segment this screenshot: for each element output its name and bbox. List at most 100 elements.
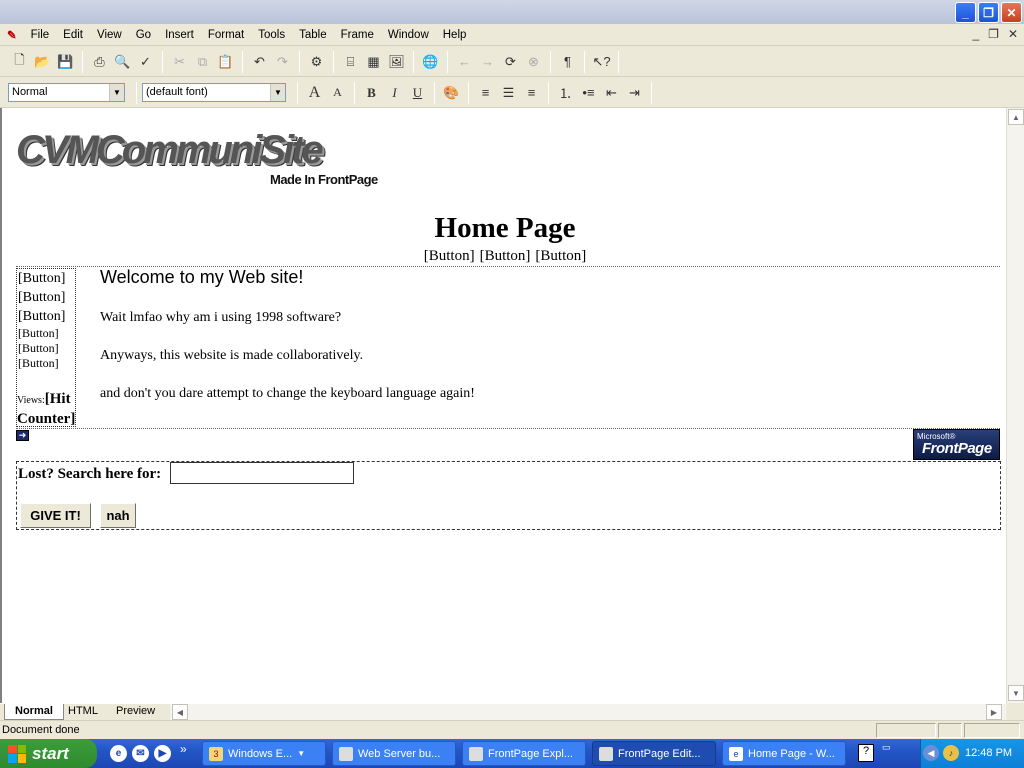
italic-icon[interactable]: I	[385, 83, 405, 103]
insert-table-icon[interactable]: ▦	[364, 52, 384, 72]
show-all-icon[interactable]: ¶	[558, 52, 578, 72]
doc-minimize-icon[interactable]: _	[972, 27, 979, 41]
menu-format[interactable]: Format	[201, 29, 251, 41]
menu-file[interactable]: File	[24, 29, 57, 41]
internet-explorer-icon[interactable]: e	[110, 745, 127, 762]
save-icon[interactable]: 💾	[56, 52, 76, 72]
taskbar-item-web-server[interactable]: Web Server bu...	[332, 741, 456, 766]
menu-frame[interactable]: Frame	[334, 29, 381, 41]
arrow-right-icon[interactable]: ➜	[16, 430, 29, 441]
font-select[interactable]: (default font) ▼	[142, 83, 286, 102]
cut-icon[interactable]: ✂	[170, 52, 190, 72]
tab-html[interactable]: HTML	[58, 704, 108, 720]
close-button[interactable]: ✕	[1001, 2, 1022, 23]
scroll-right-icon[interactable]: ▶	[986, 704, 1002, 720]
print-preview-icon[interactable]: 🔍	[113, 52, 133, 72]
paste-icon[interactable]: 📋	[216, 52, 236, 72]
spelling-icon[interactable]: ✓	[136, 52, 156, 72]
taskbar-item-frontpage-explorer[interactable]: FrontPage Expl...	[462, 741, 586, 766]
scroll-left-icon[interactable]: ◀	[172, 704, 188, 720]
views-label: Views:	[17, 395, 45, 406]
bold-icon[interactable]: B	[362, 83, 382, 103]
align-left-icon[interactable]: ≡	[476, 83, 496, 103]
increase-font-icon[interactable]: A	[305, 83, 325, 103]
vertical-scrollbar[interactable]: ▲ ▼	[1006, 108, 1024, 703]
help-pointer-icon[interactable]: ↖?	[592, 52, 612, 72]
chevron-left-icon[interactable]: ◀	[923, 745, 939, 761]
sidebar-button[interactable]: [Button]	[18, 269, 75, 288]
start-button[interactable]: start	[0, 739, 97, 768]
copy-icon[interactable]: ⧉	[193, 52, 213, 72]
numbered-list-icon[interactable]: ⒈	[556, 83, 576, 103]
align-center-icon[interactable]: ☰	[499, 83, 519, 103]
menu-help[interactable]: Help	[436, 29, 474, 41]
frontpage-editor-icon	[599, 746, 613, 761]
menu-window[interactable]: Window	[381, 29, 436, 41]
search-input[interactable]	[170, 462, 354, 484]
scroll-up-icon[interactable]: ▲	[1008, 109, 1024, 125]
menu-edit[interactable]: Edit	[56, 29, 90, 41]
forward-arrow-icon[interactable]: →	[478, 52, 498, 72]
back-arrow-icon[interactable]: ←	[455, 52, 475, 72]
menu-insert[interactable]: Insert	[158, 29, 201, 41]
sidebar-button[interactable]: [Button]	[18, 307, 75, 326]
minimize-button[interactable]: _	[955, 2, 976, 23]
align-right-icon[interactable]: ≡	[522, 83, 542, 103]
menu-view[interactable]: View	[90, 29, 129, 41]
bulleted-list-icon[interactable]: •≡	[579, 83, 599, 103]
increase-indent-icon[interactable]: ⇥	[625, 83, 645, 103]
tab-preview[interactable]: Preview	[106, 704, 165, 720]
redo-icon[interactable]: ↷	[273, 52, 293, 72]
doc-restore-icon[interactable]: ❐	[988, 27, 999, 41]
sidebar-button[interactable]: [Button]	[18, 356, 75, 371]
sidebar-button[interactable]: [Button]	[18, 341, 75, 356]
editor-canvas[interactable]: CVMCommuniSite Made In FrontPage Home Pa…	[0, 108, 1006, 703]
menu-go[interactable]: Go	[129, 29, 158, 41]
scroll-down-icon[interactable]: ▼	[1008, 685, 1024, 701]
style-select[interactable]: Normal ▼	[8, 83, 125, 102]
undo-icon[interactable]: ↶	[250, 52, 270, 72]
tab-normal[interactable]: Normal	[4, 704, 64, 720]
menu-table[interactable]: Table	[292, 29, 334, 41]
menu-tools[interactable]: Tools	[251, 29, 292, 41]
window-stack-icon[interactable]: ▭	[882, 742, 891, 753]
app-icon[interactable]: ✎	[0, 28, 24, 42]
insert-frame-icon[interactable]: ⌸	[341, 52, 361, 72]
frontpage-icon	[469, 746, 483, 761]
sidebar-button[interactable]: [Button]	[18, 288, 75, 307]
sidebar-button[interactable]: [Button]	[18, 326, 75, 341]
system-tray: ◀ ♪ 12:48 PM	[920, 739, 1024, 768]
horizontal-scrollbar[interactable]: ◀ ▶	[170, 704, 1006, 721]
underline-icon[interactable]: U	[408, 83, 428, 103]
text-color-icon[interactable]: 🎨	[442, 83, 462, 103]
refresh-icon[interactable]: ⟳	[501, 52, 521, 72]
email-icon[interactable]: ✉	[132, 745, 149, 762]
print-icon[interactable]: ⎙	[90, 52, 110, 72]
decrease-font-icon[interactable]: A	[328, 83, 348, 103]
standard-toolbar: 🗋 📂 💾 ⎙ 🔍 ✓ ✂ ⧉ 📋 ↶ ↷ ⚙ ⌸ ▦ 🖼 🌐 ← → ⟳ ⊗ …	[0, 47, 1024, 77]
media-player-icon[interactable]: ▶	[154, 745, 171, 762]
chevron-right-icon[interactable]: »	[180, 742, 187, 756]
taskbar-item-frontpage-editor[interactable]: FrontPage Edit...	[592, 741, 716, 766]
taskbar-item-home-page[interactable]: e Home Page - W...	[722, 741, 846, 766]
new-page-icon[interactable]: 🗋	[10, 52, 30, 72]
stop-icon[interactable]: ⊗	[524, 52, 544, 72]
chevron-down-icon[interactable]: ▼	[109, 84, 124, 101]
reset-button[interactable]: nah	[100, 503, 136, 528]
submit-button[interactable]: GIVE IT!	[20, 503, 91, 528]
help-icon[interactable]: ?	[858, 744, 874, 762]
decrease-indent-icon[interactable]: ⇤	[602, 83, 622, 103]
chevron-down-icon[interactable]: ▼	[270, 84, 285, 101]
nav-button[interactable]: [Button]	[535, 248, 586, 265]
web-bot-icon[interactable]: ⚙	[307, 52, 327, 72]
hyperlink-icon[interactable]: 🌐	[421, 52, 441, 72]
nav-button[interactable]: [Button]	[424, 248, 475, 265]
speaker-icon[interactable]: ♪	[943, 745, 959, 761]
sidebar-nav: [Button] [Button] [Button] [Button] [But…	[16, 268, 76, 427]
doc-close-icon[interactable]: ✕	[1008, 27, 1018, 41]
insert-image-icon[interactable]: 🖼	[387, 52, 407, 72]
taskbar-item-windows-explorer[interactable]: 3 Windows E... ▼	[202, 741, 326, 766]
open-folder-icon[interactable]: 📂	[33, 52, 53, 72]
nav-button[interactable]: [Button]	[480, 248, 531, 265]
restore-button[interactable]: ❐	[978, 2, 999, 23]
